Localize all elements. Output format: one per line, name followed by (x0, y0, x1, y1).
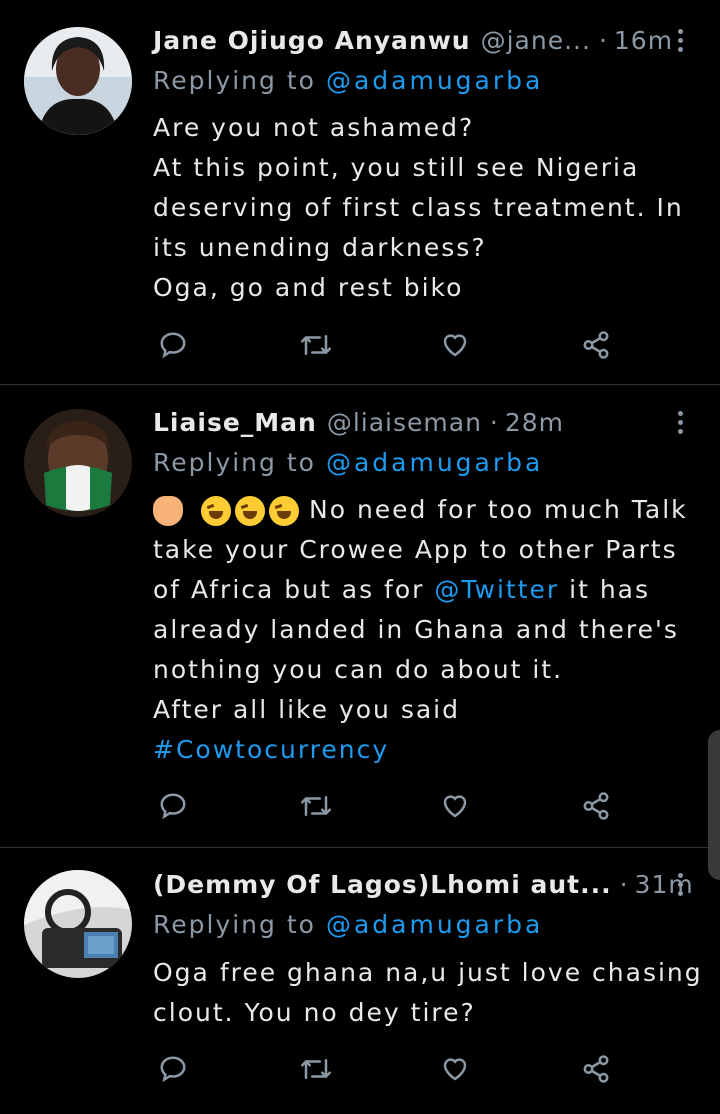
tweet-line: its unending darkness? (153, 233, 487, 262)
share-icon[interactable] (576, 1049, 616, 1089)
more-options-icon[interactable] (666, 864, 694, 904)
tweet-text: No need for too much Talk take your Crow… (153, 490, 703, 770)
tweet-text: Are you not ashamed? At this point, you … (153, 108, 703, 308)
tweet-line-text: of Africa but as for (153, 575, 435, 604)
tweet-line: Oga free ghana na,u just love chasing (153, 958, 703, 987)
reply-icon[interactable] (153, 325, 193, 365)
retweet-icon[interactable] (296, 1049, 336, 1089)
tweet-header: (Demmy Of Lagos)Lhomi aut... · 31m (153, 864, 694, 904)
tweet-1[interactable]: Jane Ojiugo Anyanwu @jane... · 16m Reply… (0, 0, 720, 384)
replying-mention[interactable]: @adamugarba (326, 448, 543, 477)
tweet-line: Oga, go and rest biko (153, 273, 464, 302)
more-options-icon[interactable] (666, 20, 694, 60)
tweet-line: deserving of first class treatment. In (153, 193, 684, 222)
replying-to: Replying to @adamugarba (153, 448, 543, 477)
tweet-line: At this point, you still see Nigeria (153, 153, 640, 182)
share-icon[interactable] (576, 786, 616, 826)
tweet-2[interactable]: Liaise_Man @liaiseman · 28m Replying to @… (0, 385, 720, 847)
tweet-line: of Africa but as for @Twitter it has (153, 570, 703, 610)
reply-icon[interactable] (153, 786, 193, 826)
avatar[interactable] (24, 870, 132, 978)
replying-mention[interactable]: @adamugarba (326, 66, 543, 95)
tweet-line: Are you not ashamed? (153, 113, 475, 142)
replying-to: Replying to @adamugarba (153, 910, 543, 939)
tweet-header: Jane Ojiugo Anyanwu @jane... · 16m (153, 20, 673, 60)
avatar[interactable] (24, 27, 132, 135)
rolling-laughing-emoji (201, 496, 231, 526)
username[interactable]: @liaiseman (327, 408, 482, 437)
reply-icon[interactable] (153, 1049, 193, 1089)
tweet-3[interactable]: (Demmy Of Lagos)Lhomi aut... · 31m Reply… (0, 848, 720, 1114)
display-name[interactable]: (Demmy Of Lagos)Lhomi aut... (153, 870, 612, 899)
replying-mention[interactable]: @adamugarba (326, 910, 543, 939)
retweet-icon[interactable] (296, 325, 336, 365)
tweet-line-text: No need for too much Talk (309, 495, 688, 524)
rolling-laughing-emoji (269, 496, 299, 526)
action-bar (0, 786, 720, 826)
tweet-line: take your Crowee App to other Parts (153, 535, 678, 564)
action-bar (0, 1049, 720, 1089)
username[interactable]: @jane... (481, 26, 591, 55)
separator-dot: · (598, 25, 608, 55)
separator-dot: · (489, 407, 499, 437)
tweet-line: already landed in Ghana and there's (153, 615, 679, 644)
separator-dot: · (619, 869, 629, 899)
more-options-icon[interactable] (666, 402, 694, 442)
action-bar (0, 325, 720, 365)
display-name[interactable]: Liaise_Man (153, 408, 317, 437)
tweet-line: clout. You no dey tire? (153, 998, 476, 1027)
replying-label: Replying to (153, 66, 316, 95)
like-icon[interactable] (435, 786, 475, 826)
retweet-icon[interactable] (296, 786, 336, 826)
replying-to: Replying to @adamugarba (153, 66, 543, 95)
tweet-line: After all like you said (153, 695, 460, 724)
replying-label: Replying to (153, 910, 316, 939)
display-name[interactable]: Jane Ojiugo Anyanwu (153, 26, 471, 55)
tweet-text: Oga free ghana na,u just love chasing cl… (153, 953, 703, 1033)
rolling-laughing-emoji (235, 496, 265, 526)
twitter-mention-link[interactable]: @Twitter (434, 575, 559, 604)
emoji-group (153, 496, 299, 526)
person-facepalming-emoji (153, 496, 183, 526)
replying-label: Replying to (153, 448, 316, 477)
tweet-line: nothing you can do about it. (153, 655, 564, 684)
tweet-line: No need for too much Talk (153, 490, 703, 530)
tweet-line-text: it has (559, 575, 651, 604)
timestamp[interactable]: 16m (614, 26, 673, 55)
like-icon[interactable] (435, 325, 475, 365)
scroll-indicator[interactable] (708, 730, 720, 880)
like-icon[interactable] (435, 1049, 475, 1089)
timestamp[interactable]: 28m (505, 408, 564, 437)
avatar[interactable] (24, 409, 132, 517)
hashtag-link[interactable]: #Cowtocurrency (153, 730, 703, 770)
tweet-header: Liaise_Man @liaiseman · 28m (153, 402, 564, 442)
share-icon[interactable] (576, 325, 616, 365)
